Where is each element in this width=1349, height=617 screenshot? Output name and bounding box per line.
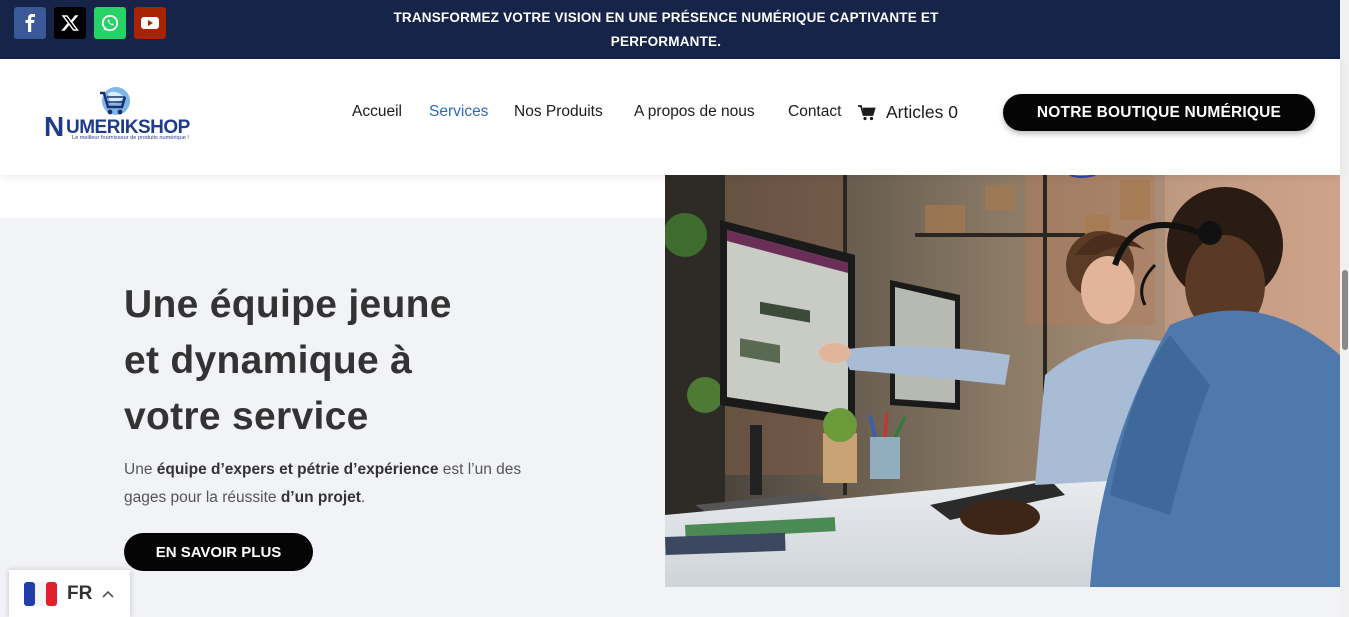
hero-paragraph: Une équipe d’expers et pétrie d’expérien…	[124, 456, 544, 512]
top-bar: TRANSFORMEZ VOTRE VISION EN UNE PRÉSENCE…	[0, 0, 1340, 59]
logo-subtitle: Le meilleur fournisseur de produits numé…	[72, 135, 189, 141]
logo[interactable]: N UMERIKSHOP Le meilleur fournisseur de …	[44, 85, 194, 145]
hero-headline-line-3: votre service	[124, 395, 369, 438]
nav-services[interactable]: Services	[429, 103, 488, 121]
cart-globe-logo-icon	[100, 87, 130, 115]
youtube-icon[interactable]	[134, 7, 166, 39]
language-switcher[interactable]: FR	[9, 570, 130, 617]
whatsapp-icon[interactable]	[94, 7, 126, 39]
x-icon[interactable]	[54, 7, 86, 39]
hero-photo	[665, 175, 1340, 587]
shop-button[interactable]: NOTRE BOUTIQUE NUMÉRIQUE	[1003, 94, 1315, 131]
hero-headline: Une équipe jeune et dynamique à votre se…	[124, 277, 544, 445]
france-flag-icon	[24, 581, 57, 606]
hero-headline-line-2: et dynamique à	[124, 339, 413, 382]
tagline-line-1: TRANSFORMEZ VOTRE VISION EN UNE PRÉSENCE…	[393, 10, 939, 25]
nav-contact[interactable]: Contact	[788, 103, 841, 121]
para-text-1: Une	[124, 461, 157, 478]
para-bold-2: d’un projet	[280, 489, 361, 506]
scrollbar-thumb[interactable]	[1342, 270, 1348, 350]
logo-initial: N	[44, 111, 65, 142]
hero-headline-line-1: Une équipe jeune	[124, 283, 452, 326]
section-divider	[0, 175, 665, 218]
nav-accueil[interactable]: Accueil	[352, 103, 402, 121]
nav-a-propos[interactable]: A propos de nous	[634, 103, 755, 121]
nav-nos-produits[interactable]: Nos Produits	[514, 103, 603, 121]
chevron-up-icon	[102, 590, 114, 598]
learn-more-button[interactable]: EN SAVOIR PLUS	[124, 533, 313, 571]
facebook-icon[interactable]	[14, 7, 46, 39]
para-text-3: .	[360, 489, 366, 506]
language-code: FR	[67, 582, 93, 604]
site-header: N UMERIKSHOP Le meilleur fournisseur de …	[0, 59, 1340, 175]
cart-icon	[858, 104, 876, 120]
tagline-line-2: PERFORMANTE.	[610, 34, 722, 49]
cart-label: Articles 0	[886, 102, 958, 122]
tagline: TRANSFORMEZ VOTRE VISION EN UNE PRÉSENCE…	[360, 6, 972, 54]
para-bold-1: équipe d’expers et pétrie d’expérience	[156, 461, 439, 478]
cart-link[interactable]: Articles 0	[858, 102, 958, 123]
